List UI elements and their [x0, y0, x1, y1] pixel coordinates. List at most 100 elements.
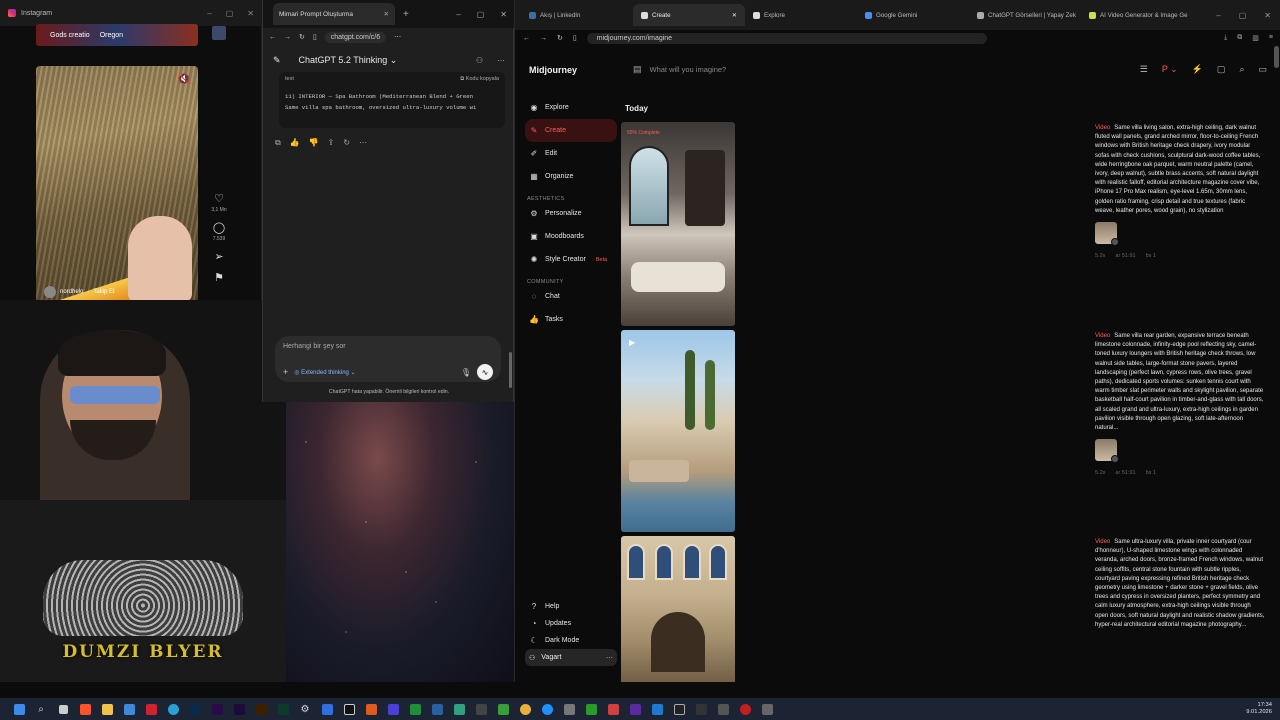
minimize-icon[interactable]: – [1216, 11, 1220, 20]
regenerate-icon[interactable]: ↻ [343, 138, 350, 148]
after-effects-icon[interactable] [228, 698, 250, 720]
sidebar-item-tasks[interactable]: 👍 Tasks [525, 308, 617, 331]
chrome-icon[interactable] [514, 698, 536, 720]
share-user-icon[interactable]: ⚇ [476, 56, 483, 65]
job-prompt[interactable]: Same villa living salon, extra-high ceil… [1095, 125, 1260, 214]
sidebar-item-personalize[interactable]: ⚙ Personalize [525, 202, 617, 225]
url-field[interactable]: chatgpt.com/c/6 [324, 31, 387, 43]
menu-icon[interactable]: ≡ [1269, 34, 1273, 42]
sidebar-icon[interactable]: ▥ [1252, 34, 1259, 42]
microphone-icon[interactable]: 🎙 [461, 368, 471, 377]
extended-thinking-toggle[interactable]: ◎ Extended thinking ⌄ [294, 369, 355, 376]
app-icon-5[interactable] [404, 698, 426, 720]
app-icon-1[interactable] [316, 698, 338, 720]
url-field[interactable]: midjourney.com/imagine [586, 32, 987, 44]
generated-image-courtyard[interactable] [621, 536, 735, 684]
thumbs-up-icon[interactable]: 👍 [290, 138, 300, 148]
sidebar-item-moodboards[interactable]: ▣ Moodboards [525, 225, 617, 248]
minimize-icon[interactable]: – [207, 9, 211, 18]
app-icon-9[interactable] [492, 698, 514, 720]
acrobat-icon[interactable] [140, 698, 162, 720]
dimension-icon[interactable] [272, 698, 294, 720]
add-attachment-icon[interactable]: + [283, 367, 288, 377]
start-icon[interactable] [8, 698, 30, 720]
brave-icon[interactable] [74, 698, 96, 720]
sidebar-item-edit[interactable]: ✐ Edit [525, 142, 617, 165]
reload-icon[interactable]: ↻ [557, 34, 563, 42]
bookmark-icon[interactable]: ▯ [313, 33, 317, 41]
more-icon[interactable]: ⋯ [606, 654, 613, 662]
copy-icon[interactable]: ⧉ [275, 138, 281, 148]
sidebar-item-create[interactable]: ✎ Create [525, 119, 617, 142]
previous-reel-strip[interactable]: Gods creatio Oregon [36, 24, 198, 46]
premiere-icon[interactable] [206, 698, 228, 720]
midjourney-logo[interactable]: Midjourney [529, 65, 577, 75]
download-icon[interactable]: ⤓ [1224, 34, 1227, 42]
profile-thumbnail[interactable] [212, 26, 226, 40]
folder-icon[interactable]: ▭ [1258, 64, 1267, 75]
imagine-input[interactable]: What will you imagine? [650, 65, 727, 74]
reel-username[interactable]: nordhelo [60, 289, 83, 295]
copy-code-button[interactable]: ⧉ Kodu kopyala [460, 76, 499, 83]
app-icon-18[interactable] [734, 698, 756, 720]
follow-button[interactable]: Takip Et [93, 289, 114, 295]
app-icon-17[interactable] [712, 698, 734, 720]
generated-image-rear-garden[interactable]: ▶ [621, 330, 735, 532]
app-icon-7[interactable] [448, 698, 470, 720]
app-icon-12[interactable] [580, 698, 602, 720]
search-icon[interactable]: ⌕ [30, 698, 52, 720]
store-icon[interactable] [118, 698, 140, 720]
sidebar-item-dark-mode[interactable]: ☾ Dark Mode [525, 632, 617, 649]
chat-icon[interactable]: ▢ [1217, 64, 1226, 75]
scrollbar[interactable] [1274, 46, 1279, 68]
speed-icon[interactable]: ⚡ [1192, 64, 1203, 75]
app-icon-13[interactable] [602, 698, 624, 720]
close-icon[interactable]: ✕ [1264, 11, 1271, 20]
reference-thumbnail[interactable] [1095, 222, 1119, 247]
reel-video[interactable]: 🔇 nordhelo · Takip Et [36, 66, 198, 302]
job-item[interactable]: Video Same ultra-luxury villa, private in… [1095, 538, 1265, 630]
vscode-icon[interactable] [646, 698, 668, 720]
app-icon-14[interactable] [624, 698, 646, 720]
photoshop-icon[interactable] [184, 698, 206, 720]
thumbs-down-icon[interactable]: 👎 [309, 138, 319, 148]
share-icon[interactable]: ➢ [214, 250, 223, 263]
settings-icon[interactable]: ⚙ [294, 698, 316, 720]
share-icon[interactable]: ⇪ [328, 138, 335, 148]
close-tab-icon[interactable]: ✕ [732, 12, 737, 19]
system-clock[interactable]: 17:34 9.01.2026 [1246, 702, 1280, 716]
scrollbar[interactable] [509, 352, 512, 388]
job-prompt[interactable]: Same villa rear garden, expansive terrac… [1095, 333, 1263, 431]
sidebar-item-style-creator[interactable]: ✺ Style Creator Beta [525, 248, 617, 271]
extensions-icon[interactable]: ⋯ [394, 33, 401, 41]
tab-explore[interactable]: Explore [745, 4, 857, 26]
prompt-input[interactable]: Herhangi bir şey sor [283, 343, 346, 350]
app-icon-4[interactable] [382, 698, 404, 720]
chat-composer[interactable]: Herhangi bir şey sor + ◎ Extended thinki… [275, 336, 501, 382]
extensions-icon[interactable]: ⧉ [1237, 34, 1242, 42]
more-icon[interactable]: ⋯ [359, 138, 367, 148]
tab-linkedin[interactable]: Akış | LinkedIn [521, 4, 633, 26]
sidebar-item-updates[interactable]: ◔ Updates [525, 615, 617, 632]
mute-icon[interactable]: 🔇 [178, 74, 190, 85]
app-icon-16[interactable] [690, 698, 712, 720]
forward-icon[interactable]: → [540, 35, 547, 42]
reload-icon[interactable]: ↻ [299, 33, 305, 41]
image-prompt-icon[interactable]: ▤ [633, 64, 642, 75]
sidebar-toggle-icon[interactable]: ✎ [273, 55, 281, 66]
maximize-icon[interactable]: ▢ [477, 10, 485, 19]
minimize-icon[interactable]: – [456, 10, 460, 19]
tab-gemini[interactable]: Google Gemini [857, 4, 969, 26]
voice-mode-icon[interactable]: ∿ [477, 364, 493, 380]
bookmark-icon[interactable]: ▯ [573, 34, 577, 42]
personalize-icon[interactable]: P ⌄ [1162, 64, 1178, 75]
task-view-icon[interactable] [52, 698, 74, 720]
tab-create[interactable]: Create ✕ [633, 4, 745, 26]
app-icon-3[interactable] [360, 698, 382, 720]
app-icon-2[interactable] [338, 698, 360, 720]
illustrator-icon[interactable] [250, 698, 272, 720]
reel-user[interactable]: nordhelo · Takip Et [44, 286, 115, 298]
app-icon-10[interactable] [536, 698, 558, 720]
app-icon-8[interactable] [470, 698, 492, 720]
user-account[interactable]: ⚇ Vagart ⋯ [525, 649, 617, 666]
